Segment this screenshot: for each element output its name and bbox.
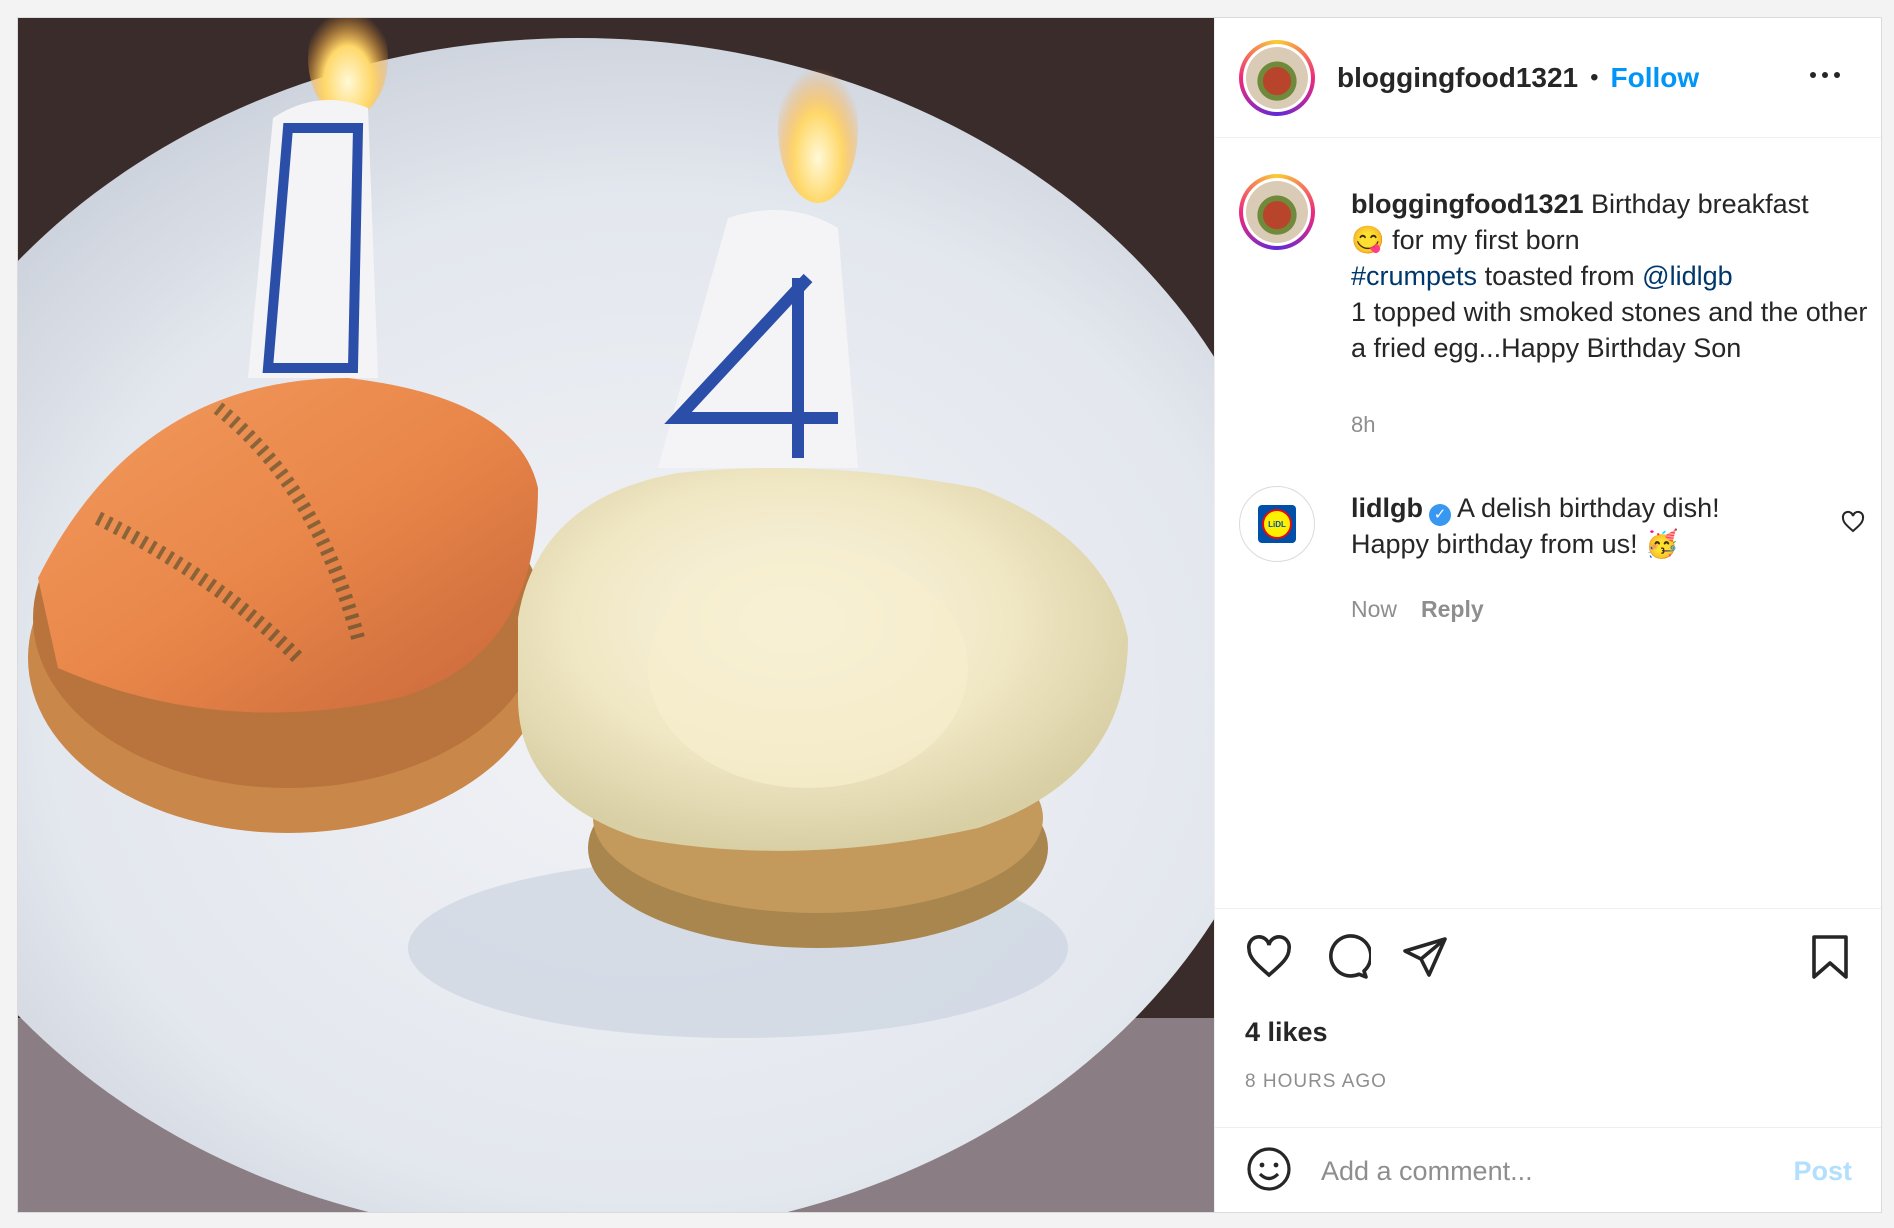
caption-text: bloggingfood1321 Birthday breakfast 😋 fo…: [1351, 186, 1871, 366]
commenter-username[interactable]: lidlgb: [1351, 493, 1423, 523]
comment-time[interactable]: Now: [1351, 596, 1397, 623]
heart-icon[interactable]: [1245, 933, 1293, 986]
comment-emoji: 🥳: [1645, 529, 1679, 559]
commenter-avatar[interactable]: LiDL: [1239, 486, 1315, 562]
mention-link[interactable]: @lidlgb: [1642, 261, 1732, 291]
comment-meta: Now Reply: [1351, 596, 1484, 623]
comment-text: lidlgb ✓ A delish birthday dish! Happy bir…: [1351, 490, 1801, 562]
post-card: bloggingfood1321 • Follow bloggingfood13…: [17, 17, 1882, 1213]
caption-time[interactable]: 8h: [1351, 412, 1375, 438]
hashtag-link[interactable]: #crumpets: [1351, 261, 1477, 291]
caption-line-1: Birthday breakfast: [1591, 189, 1809, 219]
post-comment-button[interactable]: Post: [1793, 1156, 1852, 1187]
caption-line-2: for my first born: [1392, 225, 1580, 255]
likes-count[interactable]: 4 likes: [1245, 1017, 1328, 1048]
caption-username[interactable]: bloggingfood1321: [1351, 189, 1584, 219]
author-username[interactable]: bloggingfood1321: [1337, 62, 1578, 94]
post-image[interactable]: [18, 18, 1214, 1212]
avatar-inner: [1243, 178, 1311, 246]
separator-dot: •: [1590, 63, 1599, 91]
reply-button[interactable]: Reply: [1421, 596, 1484, 623]
avatar-inner: [1243, 43, 1311, 112]
verified-badge-icon: ✓: [1428, 504, 1451, 526]
paper-plane-icon[interactable]: [1401, 933, 1449, 986]
post-time-ago: 8 HOURS AGO: [1245, 1071, 1387, 1092]
caption-line-4: 1 topped with smoked stones and the othe…: [1351, 297, 1868, 363]
comment-bubble-icon[interactable]: [1323, 933, 1373, 986]
comment-line-1: A delish birthday dish!: [1456, 493, 1720, 523]
action-bar: 4 likes 8 HOURS AGO Post: [1215, 908, 1881, 1212]
author-avatar[interactable]: [1239, 39, 1315, 116]
more-dots-icon[interactable]: [1804, 66, 1846, 84]
lidl-logo: LiDL: [1258, 505, 1296, 543]
caption-line-3: toasted from: [1484, 261, 1635, 291]
avatar-image: [1246, 181, 1308, 243]
smiley-icon[interactable]: [1245, 1145, 1293, 1198]
post-photo: [18, 18, 1214, 1212]
bookmark-icon[interactable]: [1808, 933, 1852, 986]
caption-emoji: 😋: [1351, 225, 1385, 255]
post-header: bloggingfood1321 • Follow: [1215, 18, 1881, 138]
comment-heart-icon[interactable]: [1841, 510, 1865, 539]
comment-line-2: Happy birthday from us!: [1351, 529, 1638, 559]
post-sidebar: bloggingfood1321 • Follow bloggingfood13…: [1214, 18, 1881, 1212]
avatar-image: [1246, 46, 1308, 109]
add-comment-bar: Post: [1215, 1127, 1881, 1212]
lidl-logo-text: LiDL: [1262, 509, 1292, 539]
caption-avatar[interactable]: [1239, 174, 1315, 250]
action-icons: [1245, 933, 1449, 986]
follow-button[interactable]: Follow: [1611, 62, 1700, 94]
comment-input[interactable]: [1319, 1154, 1794, 1188]
